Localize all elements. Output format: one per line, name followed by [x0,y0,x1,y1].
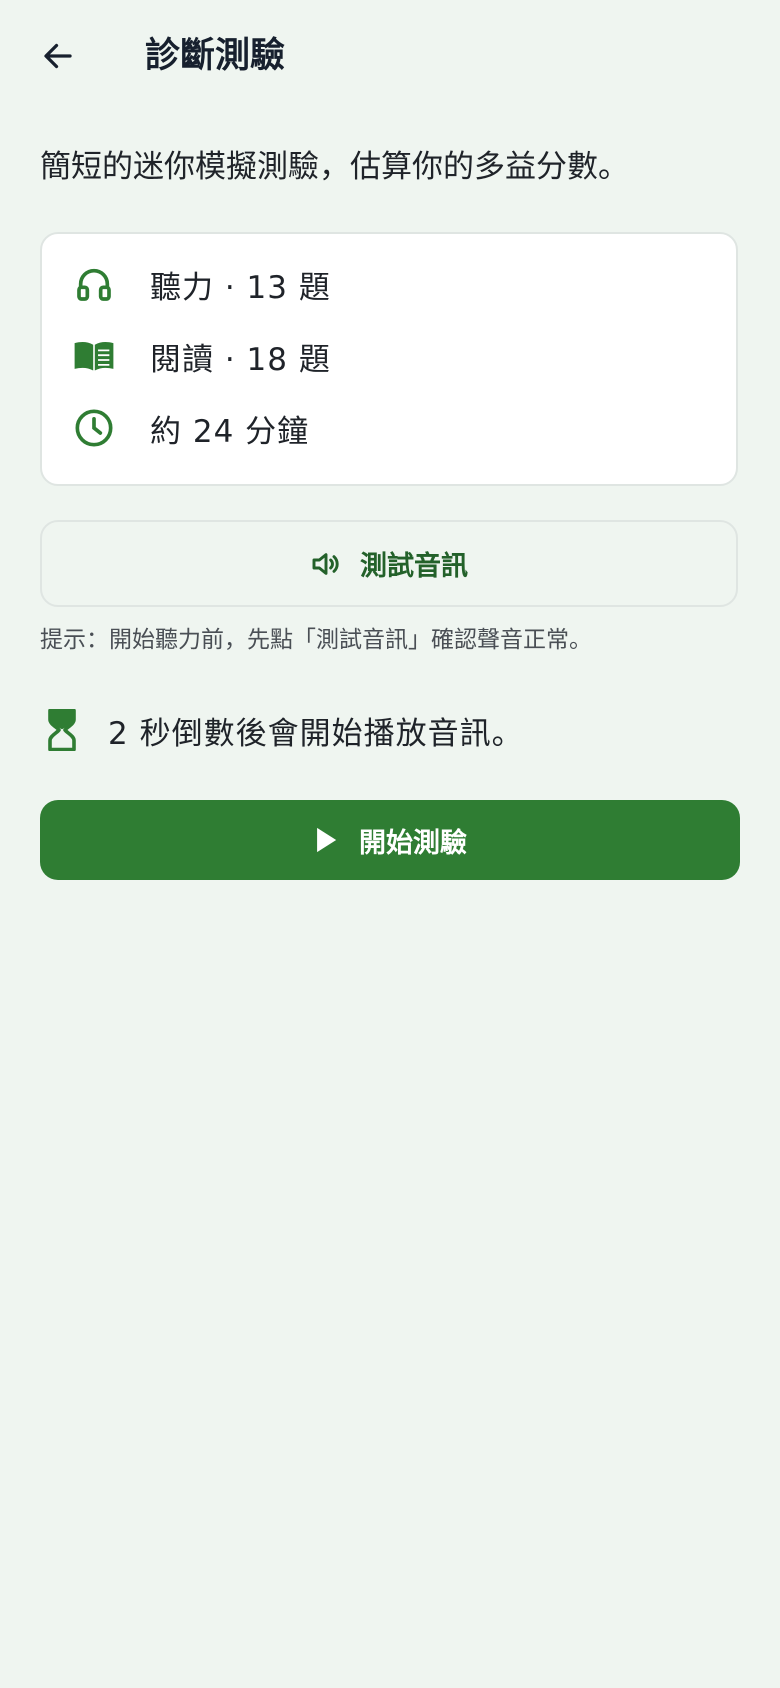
test-audio-label: 測試音訊 [360,551,468,582]
start-test-label: 開始測驗 [359,827,467,859]
hourglass-icon [40,705,84,755]
app-header: 診斷測驗 [0,0,780,112]
page-title: 診斷測驗 [145,36,286,76]
speaker-icon [312,552,339,575]
arrow-left-icon [44,43,72,69]
duration-text: 約 24 分鐘 [150,413,310,450]
countdown-notice: 2 秒倒數後會開始播放音訊。 [40,700,524,760]
reading-count: 閱讀 · 18 題 [150,341,331,378]
book-icon [72,334,116,378]
info-row-listening: 聽力 · 13 題 [72,256,331,312]
back-button[interactable] [30,28,86,84]
info-row-reading: 閱讀 · 18 題 [72,328,331,384]
listening-count: 聽力 · 13 題 [150,269,331,306]
start-test-button[interactable]: 開始測驗 [40,800,740,880]
intro-text: 簡短的迷你模擬測驗，估算你的多益分數。 [40,149,629,185]
test-info-card: 聽力 · 13 題 閱讀 · 18 題 約 24 分鐘 [40,232,738,486]
headphones-icon [72,262,116,306]
hint-text: 提示：開始聽力前，先點「測試音訊」確認聲音正常。 [40,627,592,653]
clock-icon [72,406,116,450]
test-audio-button[interactable]: 測試音訊 [40,520,738,607]
countdown-text: 2 秒倒數後會開始播放音訊。 [108,715,524,752]
play-icon [317,827,337,853]
info-row-duration: 約 24 分鐘 [72,400,309,456]
